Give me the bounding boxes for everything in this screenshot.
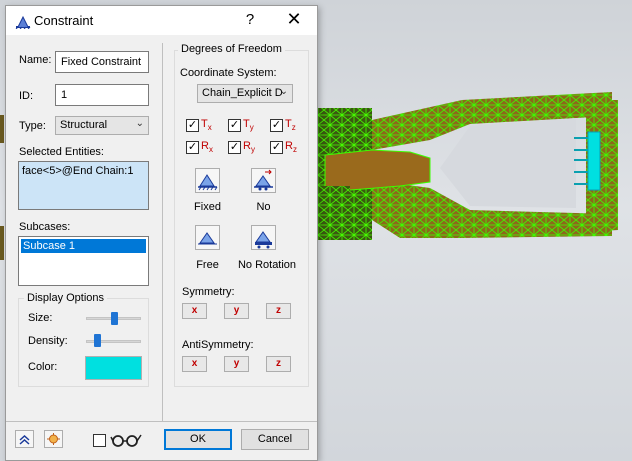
subcases-list[interactable]: Subcase 1 (18, 236, 149, 286)
edge-piece (0, 115, 4, 143)
ty-checkbox[interactable]: ✓ (228, 119, 241, 132)
no-rotation-preset-button[interactable] (251, 225, 276, 250)
antisymmetry-x-button[interactable]: x (182, 356, 207, 372)
type-select[interactable]: Structural ⌄ (55, 116, 149, 135)
tx-label: Tx (201, 118, 212, 133)
chain-slot (440, 118, 576, 208)
chain-link-lower-left (318, 186, 350, 224)
glasses-icon (110, 434, 142, 447)
rz-label: Rz (285, 140, 297, 155)
id-input[interactable]: 1 (55, 84, 149, 106)
no-rotation-icon (255, 231, 272, 249)
free-caption: Free (196, 259, 219, 271)
chevron-down-icon: ⌄ (135, 118, 144, 129)
show-preview-checkbox[interactable] (93, 434, 106, 447)
title-bar[interactable]: Constraint ? ✕ (6, 6, 317, 35)
size-label: Size: (28, 312, 53, 324)
footer-divider (6, 421, 317, 422)
density-slider-thumb[interactable] (94, 334, 101, 347)
coord-system-value: Chain_Explicit D (202, 87, 283, 99)
ty-label: Ty (243, 118, 254, 133)
constraint-dialog: Constraint ? ✕ Name: Fixed Constraint ID… (5, 5, 318, 461)
tx-checkbox[interactable]: ✓ (186, 119, 199, 132)
no-caption: No (256, 201, 271, 213)
fixed-icon (198, 174, 218, 191)
name-label: Name: (19, 54, 52, 66)
name-input[interactable]: Fixed Constraint (55, 51, 149, 73)
coord-system-select[interactable]: Chain_Explicit D ⌄ (197, 84, 293, 103)
subcases-label: Subcases: (19, 221, 71, 233)
antisymmetry-z-button[interactable]: z (266, 356, 291, 372)
symmetry-x-button[interactable]: x (182, 303, 207, 319)
collapse-button[interactable] (15, 430, 34, 448)
fixed-caption: Fixed (194, 201, 221, 213)
tz-label: Tz (285, 118, 296, 133)
no-translation-icon (254, 169, 273, 191)
constraint-app-icon (15, 15, 31, 29)
type-select-value: Structural (60, 119, 108, 131)
density-label: Density: (28, 335, 68, 347)
antisymmetry-label: AntiSymmetry: (182, 339, 254, 351)
symmetry-label: Symmetry: (182, 286, 235, 298)
no-rotation-caption: No Rotation (237, 259, 297, 271)
ry-label: Ry (243, 140, 255, 155)
selected-entities-list[interactable]: face<5>@End Chain:1 (18, 161, 149, 210)
dof-title: Degrees of Freedom (178, 43, 285, 55)
ok-button[interactable]: OK (164, 429, 232, 450)
rx-checkbox[interactable]: ✓ (186, 141, 199, 154)
no-preset-button[interactable] (251, 168, 276, 193)
fixed-preset-button[interactable] (195, 168, 220, 193)
color-label: Color: (28, 361, 58, 373)
dialog-title: Constraint (34, 13, 94, 28)
edge-piece (0, 226, 4, 260)
preview-settings-icon (47, 433, 60, 445)
id-label: ID: (19, 90, 34, 102)
chain-link-block (324, 149, 431, 193)
selected-entities-label: Selected Entities: (19, 146, 104, 158)
settings-button[interactable] (44, 430, 63, 448)
rx-label: Rx (201, 140, 213, 155)
display-options-title: Display Options (24, 292, 108, 304)
list-item[interactable]: Subcase 1 (21, 239, 146, 253)
rz-checkbox[interactable]: ✓ (270, 141, 283, 154)
size-slider-thumb[interactable] (110, 312, 118, 325)
symmetry-y-button[interactable]: y (224, 303, 249, 319)
free-preset-button[interactable] (195, 225, 220, 250)
column-divider (162, 43, 163, 421)
close-button[interactable]: ✕ (286, 9, 302, 30)
symmetry-z-button[interactable]: z (266, 303, 291, 319)
coord-system-label: Coordinate System: (180, 67, 277, 79)
free-icon (198, 232, 217, 245)
chevron-down-icon: ⌄ (279, 86, 288, 97)
ry-checkbox[interactable]: ✓ (228, 141, 241, 154)
list-item[interactable]: face<5>@End Chain:1 (19, 162, 148, 180)
tz-checkbox[interactable]: ✓ (270, 119, 283, 132)
antisymmetry-y-button[interactable]: y (224, 356, 249, 372)
type-label: Type: (19, 120, 46, 132)
help-button[interactable]: ? (242, 11, 258, 28)
double-chevron-up-icon (19, 434, 30, 445)
color-swatch[interactable] (85, 356, 142, 380)
cancel-button[interactable]: Cancel (241, 429, 309, 450)
